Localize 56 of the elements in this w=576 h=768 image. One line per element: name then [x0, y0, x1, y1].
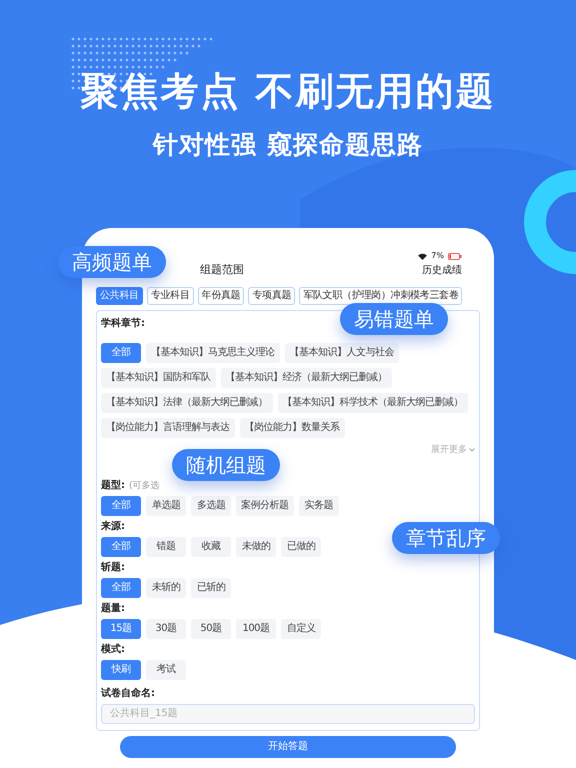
option-chip[interactable]: 50题 — [191, 618, 231, 638]
option-chip[interactable]: 30题 — [146, 618, 186, 638]
headline: 聚焦考点 不刷无用的题 — [80, 72, 496, 110]
option-chip[interactable]: 15题 — [101, 618, 141, 638]
field-label: 试卷自命名: — [101, 688, 156, 698]
option-chip[interactable]: 实务题 — [298, 496, 338, 516]
option-chip[interactable]: 自定义 — [281, 618, 321, 638]
option-chip[interactable]: 【岗位能力】数量关系 — [240, 418, 344, 438]
wifi-icon — [418, 252, 428, 260]
option-chip[interactable]: 快刷 — [101, 660, 141, 680]
callout-bubble: 随机组题 — [172, 449, 280, 481]
section-label: 题量: — [101, 604, 125, 614]
history-link[interactable]: 历史成绩 — [422, 262, 462, 278]
section-hint: (可多选 — [129, 482, 160, 490]
option-chip[interactable]: 【基本知识】经济（最新大纲已删减） — [220, 368, 392, 388]
option-chip[interactable]: 【基本知识】人文与社会 — [284, 342, 399, 362]
option-chip[interactable]: 已斩的 — [191, 578, 231, 598]
option-chip[interactable]: 收藏 — [191, 536, 231, 556]
subject-tab[interactable]: 年份真题 — [198, 286, 244, 304]
option-chip[interactable]: 【基本知识】国防和军队 — [101, 368, 216, 388]
option-chip[interactable]: 已做的 — [281, 536, 321, 556]
chevron-down-icon — [469, 448, 475, 452]
option-chip[interactable]: 案例分析题 — [236, 496, 294, 516]
start-button[interactable]: 开始答题 — [120, 736, 456, 758]
section-label: 模式: — [101, 644, 125, 654]
option-chip[interactable]: 单选题 — [146, 496, 186, 516]
callout-bubble: 章节乱序 — [392, 522, 500, 554]
subject-tab[interactable]: 公共科目 — [96, 286, 143, 304]
callout-bubble: 易错题单 — [340, 303, 448, 335]
subject-tab[interactable]: 军队文职（护理岗）冲刺模考三套卷 — [299, 286, 462, 304]
option-chip[interactable]: 错题 — [146, 536, 186, 556]
option-chip[interactable]: 多选题 — [191, 496, 231, 516]
subheadline: 针对性强 窥探命题思路 — [153, 132, 423, 157]
option-chip[interactable]: 全部 — [101, 496, 141, 516]
section-label: 学科章节: — [101, 318, 145, 328]
subject-tab[interactable]: 专业科目 — [146, 286, 194, 304]
option-chip[interactable]: 全部 — [101, 536, 141, 556]
page-title: 组题范围 — [200, 262, 244, 278]
section-label: 题型: — [101, 480, 125, 490]
name-input-field[interactable]: 公共科目_15题 — [101, 704, 475, 724]
option-chip[interactable]: 【基本知识】马克思主义理论 — [146, 342, 280, 362]
option-chip[interactable]: 【基本知识】科学技术（最新大纲已删减） — [278, 392, 468, 412]
subject-tab[interactable]: 专项真题 — [248, 286, 296, 304]
option-chip[interactable]: 【岗位能力】言语理解与表达 — [101, 418, 234, 438]
option-chip[interactable]: 未斩的 — [146, 578, 186, 598]
option-chip[interactable]: 全部 — [101, 342, 141, 362]
option-chip[interactable]: 考试 — [146, 660, 186, 680]
option-chip[interactable]: 100题 — [236, 618, 276, 638]
option-chip[interactable]: 未做的 — [236, 536, 276, 556]
section-label: 斩题: — [101, 562, 125, 572]
option-chip[interactable]: 全部 — [101, 578, 141, 598]
battery-percent: 7% — [431, 252, 444, 260]
callout-bubble: 高频题单 — [58, 246, 166, 278]
battery-icon — [448, 252, 462, 260]
section-label: 来源: — [101, 522, 125, 532]
option-chip[interactable]: 【基本知识】法律（最新大纲已删减） — [101, 392, 272, 412]
